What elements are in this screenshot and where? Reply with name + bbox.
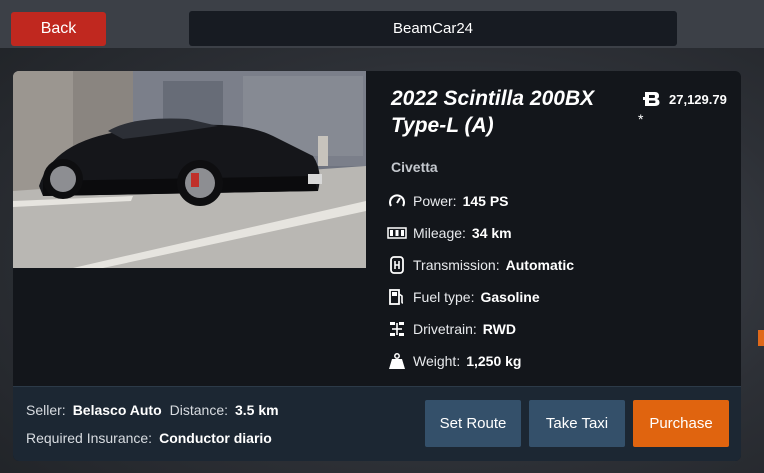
weight-icon — [387, 351, 407, 371]
spec-value: 1,250 kg — [466, 353, 522, 369]
beambucks-icon — [643, 92, 660, 106]
spec-label: Mileage: — [413, 225, 466, 241]
gearbox-icon — [387, 255, 407, 275]
car-title: 2022 Scintilla 200BX Type-L (A) — [391, 87, 595, 137]
spec-weight: Weight: 1,250 kg — [387, 345, 574, 377]
drivetrain-icon — [387, 319, 407, 339]
seller-row: Seller: Belasco Auto Distance: 3.5 km — [26, 402, 287, 418]
price: 27,129.79 — [643, 90, 727, 108]
spec-value: Gasoline — [480, 289, 540, 305]
spec-label: Transmission: — [413, 257, 500, 273]
distance-label: Distance: — [169, 402, 228, 418]
spec-value: 145 PS — [462, 193, 509, 209]
set-route-button[interactable]: Set Route — [425, 400, 521, 447]
insurance-label: Required Insurance: — [26, 430, 153, 446]
back-button[interactable]: Back — [11, 12, 106, 46]
app-title: BeamCar24 — [189, 11, 677, 46]
spec-drivetrain: Drivetrain: RWD — [387, 313, 574, 345]
odometer-icon — [387, 223, 407, 243]
car-brand: Civetta — [391, 159, 438, 175]
spec-fuel: Fuel type: Gasoline — [387, 281, 574, 313]
car-photo — [13, 71, 366, 268]
speedometer-icon — [387, 191, 407, 211]
spec-label: Drivetrain: — [413, 321, 477, 337]
spec-value: Automatic — [505, 257, 575, 273]
spec-transmission: Transmission: Automatic — [387, 249, 574, 281]
spec-list: Power: 145 PS Mileage: 34 km Transmissio… — [387, 185, 574, 377]
spec-mileage: Mileage: 34 km — [387, 217, 574, 249]
spec-label: Fuel type: — [413, 289, 475, 305]
purchase-button[interactable]: Purchase — [633, 400, 729, 447]
distance-value: 3.5 km — [235, 402, 279, 418]
insurance-value: Conductor diario — [159, 430, 272, 446]
listing-footer: Seller: Belasco Auto Distance: 3.5 km Re… — [13, 386, 741, 461]
spec-label: Weight: — [413, 353, 461, 369]
seller-name: Belasco Auto — [72, 402, 162, 418]
spec-value: 34 km — [471, 225, 512, 241]
price-value: 27,129.79 — [669, 91, 727, 107]
seller-label: Seller: — [26, 402, 66, 418]
listing-card: 2022 Scintilla 200BX Type-L (A) Civetta … — [13, 71, 741, 461]
take-taxi-button[interactable]: Take Taxi — [529, 400, 625, 447]
fuel-pump-icon — [387, 287, 407, 307]
insurance-row: Required Insurance: Conductor diario — [26, 430, 280, 446]
spec-value: RWD — [482, 321, 516, 337]
background-accent — [758, 330, 764, 346]
top-bar: Back BeamCar24 — [0, 0, 764, 48]
price-note: * — [638, 111, 644, 127]
spec-label: Power: — [413, 193, 457, 209]
spec-power: Power: 145 PS — [387, 185, 574, 217]
